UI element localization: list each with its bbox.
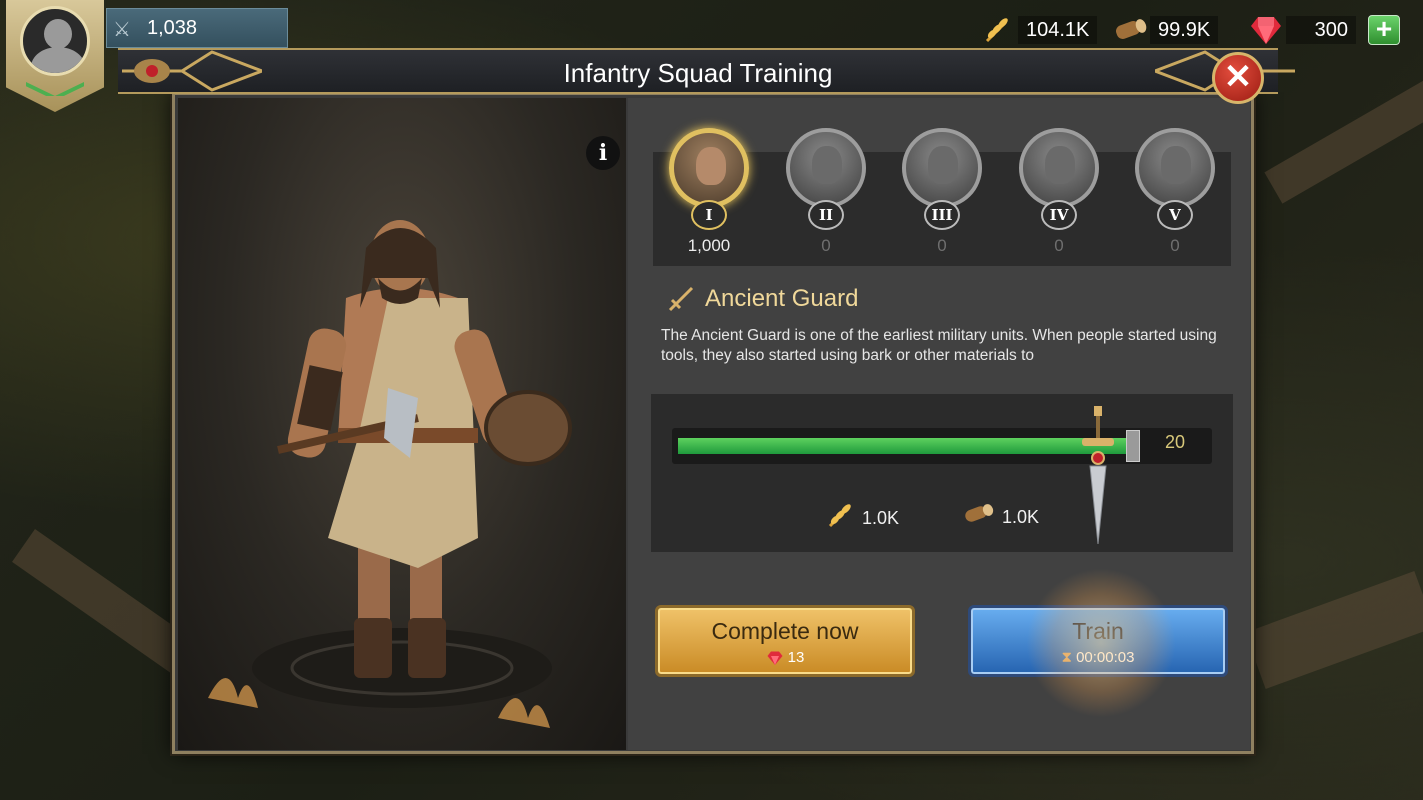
- tier-portrait: [1019, 128, 1099, 208]
- tier-numeral: V: [1157, 200, 1193, 230]
- complete-now-cost: 13: [787, 649, 805, 666]
- slider-max-cap: [1126, 430, 1140, 462]
- close-button[interactable]: ✕: [1212, 52, 1264, 104]
- wheat-icon: [978, 14, 1018, 46]
- wood-cost: 1.0K: [962, 502, 1039, 532]
- tier-portrait: [786, 128, 866, 208]
- unit-description: The Ancient Guard is one of the earliest…: [661, 327, 1217, 364]
- tier-5-option[interactable]: V 0: [1130, 128, 1220, 258]
- quantity-panel: [651, 394, 1233, 552]
- tier-numeral: II: [808, 200, 844, 230]
- wood-value: 99.9K: [1150, 16, 1219, 44]
- complete-now-button[interactable]: Complete now 13: [655, 605, 915, 677]
- crossed-swords-icon: ⚔: [113, 19, 131, 41]
- add-gems-button[interactable]: +: [1368, 15, 1400, 45]
- train-button[interactable]: Train ⧗ 00:00:03: [968, 605, 1228, 677]
- train-time: 00:00:03: [1076, 649, 1135, 666]
- dialog-title: Infantry Squad Training: [563, 58, 833, 88]
- food-value: 104.1K: [1018, 16, 1098, 44]
- left-ornament-icon: [122, 50, 262, 92]
- food-cost: 1.0K: [826, 502, 899, 534]
- tier-portrait: [1135, 128, 1215, 208]
- tier-portrait: [902, 128, 982, 208]
- hourglass-icon: ⧗: [1061, 649, 1073, 666]
- wheat-icon: [826, 502, 856, 534]
- tier-numeral: III: [924, 200, 960, 230]
- tier-numeral: I: [691, 200, 727, 230]
- complete-now-label: Complete now: [711, 618, 859, 644]
- power-display[interactable]: ⚔ 1,038: [106, 8, 288, 48]
- tier-numeral: IV: [1041, 200, 1077, 230]
- tier-4-option[interactable]: IV 0: [1014, 128, 1104, 258]
- bg-road: [1245, 571, 1423, 689]
- wood-cost-value: 1.0K: [1002, 506, 1040, 527]
- tier-count: 1,000: [687, 236, 731, 255]
- sword-icon: [666, 284, 696, 312]
- ruby-icon: [1246, 14, 1286, 46]
- player-avatar[interactable]: [6, 0, 104, 112]
- power-value: 1,038: [147, 17, 198, 39]
- log-icon: [962, 502, 996, 532]
- food-cost-value: 1.0K: [862, 507, 900, 528]
- tier-2-option[interactable]: II 0: [781, 128, 871, 258]
- quantity-value[interactable]: 20: [1150, 432, 1200, 453]
- unit-portrait: [178, 98, 626, 750]
- tier-3-option[interactable]: III 0: [897, 128, 987, 258]
- tier-1-option[interactable]: I 1,000: [664, 128, 754, 258]
- info-icon[interactable]: i: [586, 136, 620, 170]
- warrior-illustration: [208, 220, 572, 728]
- wood-resource[interactable]: 99.9K: [1110, 14, 1219, 46]
- tier-count: 0: [1054, 236, 1064, 255]
- food-resource[interactable]: 104.1K: [978, 14, 1098, 46]
- dialog-title-bar: Infantry Squad Training: [118, 48, 1278, 94]
- train-label: Train: [1072, 618, 1124, 644]
- slider-handle-sword-icon[interactable]: [1080, 406, 1116, 546]
- tier-count: 0: [1170, 236, 1180, 255]
- unit-name: Ancient Guard: [705, 285, 859, 312]
- gem-resource[interactable]: 300: [1246, 14, 1356, 46]
- log-icon: [1110, 14, 1150, 46]
- ruby-icon: [767, 651, 783, 665]
- tier-count: 0: [821, 236, 831, 255]
- tier-portrait: [669, 128, 749, 208]
- tier-count: 0: [937, 236, 947, 255]
- rank-chevron-icon: [26, 82, 84, 96]
- avatar-portrait: [20, 6, 90, 76]
- gem-value: 300: [1286, 16, 1356, 44]
- slider-fill: [678, 438, 1129, 454]
